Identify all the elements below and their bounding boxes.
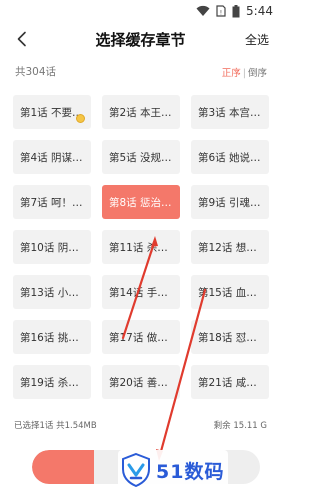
status-time: 5:44 xyxy=(246,4,273,18)
chapter-chip[interactable]: 第19话 杀… xyxy=(13,365,91,399)
shield-logo-icon xyxy=(122,453,150,487)
chapter-label: 第16话 挑… xyxy=(20,331,79,344)
chapter-label: 第13话 小… xyxy=(20,286,79,299)
chapter-label: 第8话 惩治… xyxy=(109,196,172,209)
chapter-label: 第3话 本宫… xyxy=(198,106,261,119)
chapter-label: 第10话 阴… xyxy=(20,241,79,254)
watermark: 51数码 xyxy=(118,450,229,490)
chapter-chip[interactable]: 第16话 挑… xyxy=(13,320,91,354)
chapter-label: 第1话 不要… xyxy=(20,106,83,119)
chapter-chip[interactable]: 第6话 她说… xyxy=(191,140,269,174)
chapter-chip[interactable]: 第11话 杀… xyxy=(102,230,180,264)
page-title: 选择缓存章节 xyxy=(95,31,186,49)
cursor-dot-icon xyxy=(76,114,85,123)
chapter-label: 第5话 没规… xyxy=(109,151,172,164)
chapter-chip[interactable]: 第9话 引魂… xyxy=(191,185,269,219)
chapter-chip[interactable]: 第5话 没规… xyxy=(102,140,180,174)
remaining-storage-text: 剩余 15.11 G xyxy=(213,421,267,431)
chapter-label: 第18话 怼… xyxy=(198,331,257,344)
chapter-label: 第7话 呵！… xyxy=(20,196,83,209)
chapter-chip[interactable]: 第20话 善… xyxy=(102,365,180,399)
battery-icon xyxy=(232,4,240,17)
chapter-label: 第9话 引魂… xyxy=(198,196,261,209)
sim-icon: ! xyxy=(216,5,226,17)
chapter-label: 第6话 她说… xyxy=(198,151,261,164)
chapter-chip[interactable]: 第10话 阴… xyxy=(13,230,91,264)
chapter-chip[interactable]: 第21话 咸… xyxy=(191,365,269,399)
chapter-label: 第4话 阴谋… xyxy=(20,151,83,164)
total-chapter-count: 共304话 xyxy=(15,66,57,78)
chapter-chip[interactable]: 第17话 做… xyxy=(102,320,180,354)
wifi-icon xyxy=(196,5,210,16)
select-all-button[interactable]: 全选 xyxy=(245,31,269,48)
chapter-label: 第19话 杀… xyxy=(20,376,79,389)
download-progress-fill xyxy=(32,450,94,484)
chapter-label: 第21话 咸… xyxy=(198,376,257,389)
chapter-chip[interactable]: 第3话 本宫… xyxy=(191,95,269,129)
chapter-label: 第15话 血… xyxy=(198,286,257,299)
chapter-chip-selected[interactable]: 第8话 惩治… xyxy=(102,185,180,219)
chapter-label: 第20话 善… xyxy=(109,376,168,389)
sort-separator: | xyxy=(242,68,246,79)
chapter-chip[interactable]: 第13话 小… xyxy=(13,275,91,309)
chapter-chip[interactable]: 第7话 呵！… xyxy=(13,185,91,219)
chapter-chip[interactable]: 第18话 怼… xyxy=(191,320,269,354)
selected-size-text: 已选择1话 共1.54MB xyxy=(14,421,97,431)
chapter-chip[interactable]: 第1话 不要… xyxy=(13,95,91,129)
sort-ascending-button[interactable]: 正序 xyxy=(222,68,241,79)
chapter-label: 第11话 杀… xyxy=(109,241,168,254)
watermark-text: 51数码 xyxy=(156,460,225,483)
sort-descending-button[interactable]: 倒序 xyxy=(248,68,267,79)
chapter-grid: 第1话 不要… 第2话 本王… 第3话 本宫… 第4话 阴谋… 第5话 没规… … xyxy=(13,95,269,399)
storage-info-bar: 已选择1话 共1.54MB 剩余 15.11 G xyxy=(0,418,281,432)
chapter-chip[interactable]: 第15话 血… xyxy=(191,275,269,309)
svg-text:!: ! xyxy=(220,10,222,17)
chapter-chip[interactable]: 第2话 本王… xyxy=(102,95,180,129)
chapter-label: 第17话 做… xyxy=(109,331,168,344)
chapter-chip[interactable]: 第4话 阴谋… xyxy=(13,140,91,174)
status-bar: ! 5:44 xyxy=(0,0,281,22)
summary-bar: 共304话 正序 | 倒序 xyxy=(0,62,281,82)
chapter-label: 第2话 本王… xyxy=(109,106,172,119)
chapter-label: 第14话 手… xyxy=(109,286,168,299)
chapter-chip[interactable]: 第14话 手… xyxy=(102,275,180,309)
top-bar: 选择缓存章节 全选 xyxy=(0,22,281,56)
chapter-chip[interactable]: 第12话 想… xyxy=(191,230,269,264)
sort-toggle: 正序 | 倒序 xyxy=(222,65,267,79)
chapter-label: 第12话 想… xyxy=(198,241,257,254)
